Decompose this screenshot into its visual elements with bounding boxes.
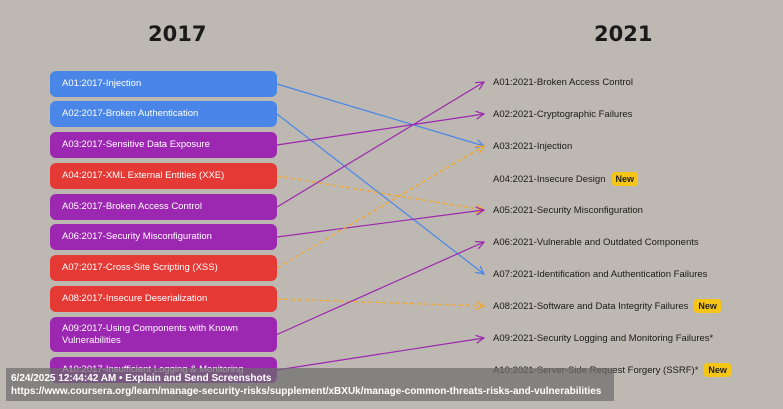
owasp-2017-item: A03:2017-Sensitive Data Exposure (50, 132, 277, 158)
owasp-2017-item: A07:2017-Cross-Site Scripting (XSS) (50, 255, 277, 281)
owasp-2021-label: A09:2021-Security Logging and Monitoring… (493, 332, 714, 344)
owasp-2021-item: A09:2021-Security Logging and Monitoring… (493, 330, 713, 346)
owasp-2021-item: A08:2021-Software and Data Integrity Fai… (493, 298, 721, 314)
owasp-2021-label: A08:2021-Software and Data Integrity Fai… (493, 300, 689, 312)
owasp-2021-item: A06:2021-Vulnerable and Outdated Compone… (493, 234, 699, 250)
owasp-2021-label: A03:2021-Injection (493, 140, 573, 152)
owasp-2021-item: A07:2021-Identification and Authenticati… (493, 266, 707, 282)
owasp-2017-item: A09:2017-Using Components with Known Vul… (50, 317, 277, 352)
owasp-2021-item: A05:2021-Security Misconfiguration (493, 202, 643, 218)
owasp-2021-label: A06:2021-Vulnerable and Outdated Compone… (493, 236, 699, 248)
mapping-arrow-line (276, 81, 485, 208)
caption-timestamp: 6/24/2025 12:44:42 AM • Explain and Send… (11, 373, 272, 384)
owasp-2021-label: A07:2021-Identification and Authenticati… (493, 268, 708, 280)
owasp-2021-label: A04:2021-Insecure Design (493, 173, 606, 185)
caption-url: https://www.coursera.org/learn/manage-se… (11, 386, 602, 397)
mapping-arrow-line (276, 209, 485, 238)
owasp-2021-item: A01:2021-Broken Access Control (493, 74, 633, 90)
owasp-2021-label: A02:2021-Cryptographic Failures (493, 108, 633, 120)
owasp-2017-item: A01:2017-Injection (50, 71, 277, 97)
mapping-arrow-line (276, 175, 485, 211)
owasp-2021-label: A01:2021-Broken Access Control (493, 76, 633, 88)
owasp-2017-item: A08:2017-Insecure Deserialization (50, 286, 277, 312)
new-badge: New (704, 363, 731, 377)
owasp-2017-item: A02:2017-Broken Authentication (50, 101, 277, 127)
mapping-arrow-line (276, 337, 485, 371)
owasp-2017-item: A06:2017-Security Misconfiguration (50, 224, 277, 250)
owasp-2021-item: A03:2021-Injection (493, 138, 572, 154)
mapping-arrow-head (475, 81, 486, 90)
mapping-arrow-line (276, 113, 485, 146)
owasp-2021-label: A05:2021-Security Misconfiguration (493, 204, 643, 216)
new-badge: New (694, 299, 721, 313)
screenshot-caption-overlay: 6/24/2025 12:44:42 AM • Explain and Send… (6, 368, 614, 401)
mapping-arrow-line (276, 241, 485, 336)
owasp-2017-item: A04:2017-XML External Entities (XXE) (50, 163, 277, 189)
owasp-2021-item: A04:2021-Insecure Design New (493, 171, 639, 187)
owasp-2017-item: A05:2017-Broken Access Control (50, 194, 277, 220)
mapping-arrow-line (276, 83, 485, 147)
owasp-2021-item: A02:2021-Cryptographic Failures (493, 106, 632, 122)
mapping-arrow-line (276, 298, 485, 307)
new-badge: New (611, 172, 639, 186)
